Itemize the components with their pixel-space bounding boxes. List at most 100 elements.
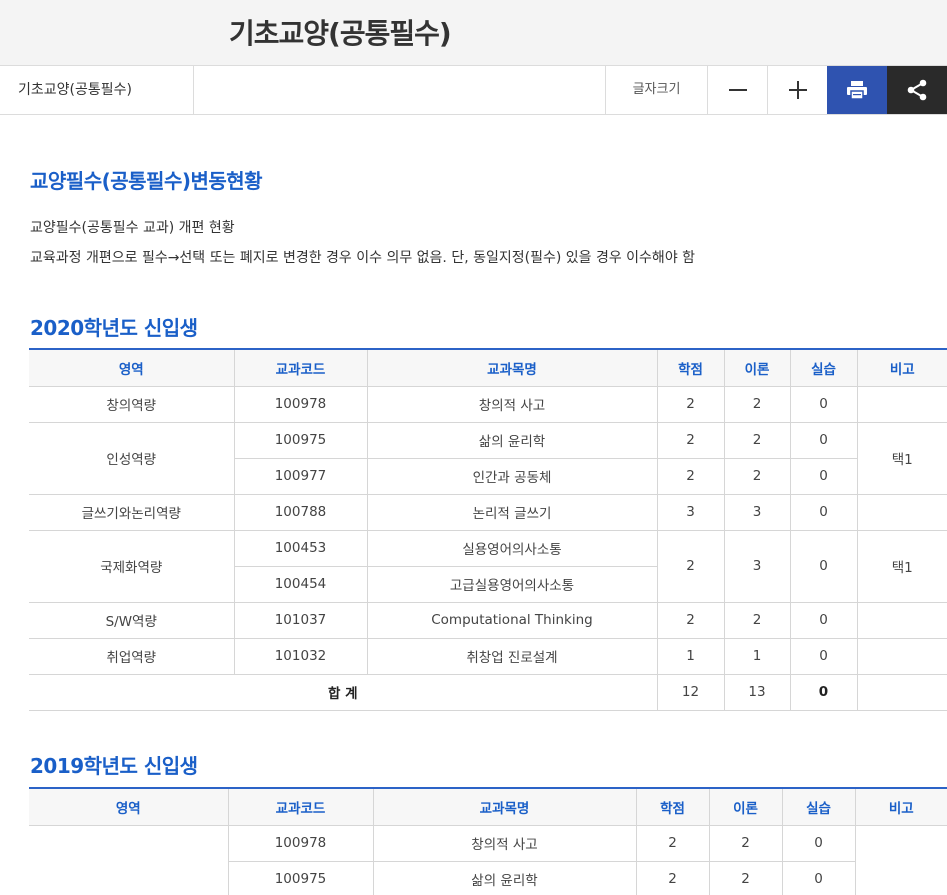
table-row: S/W역량 101037 Computational Thinking 2 2 … (29, 601, 947, 639)
header-credit: 학점 (635, 787, 710, 826)
area-cell: 인성역량 (29, 421, 235, 495)
theory-cell: 2 (723, 457, 791, 495)
code-cell: 100978 (233, 385, 368, 423)
credit-cell: 2 (656, 385, 725, 423)
theory-cell: 2 (708, 860, 783, 895)
header-note: 비고 (854, 787, 947, 826)
minus-icon (728, 89, 747, 91)
theory-cell: 3 (723, 493, 791, 531)
code-cell: 100975 (233, 421, 368, 459)
print-button[interactable] (827, 66, 887, 114)
code-cell: 100978 (227, 824, 374, 862)
table-row: 창의역량 100978 창의적 사고 2 2 0 (29, 385, 947, 423)
name-cell: 삶의 윤리학 (372, 860, 637, 895)
total-theory: 13 (723, 673, 791, 711)
area-cell: 글쓰기와논리역량 (29, 493, 235, 531)
font-size-label: 글자크기 (605, 66, 707, 114)
name-cell: 인간과 공동체 (366, 457, 658, 495)
name-cell: 삶의 윤리학 (366, 421, 658, 459)
name-cell: 논리적 글쓰기 (366, 493, 658, 531)
name-cell: 창의적 사고 (366, 385, 658, 423)
header-name: 교과목명 (372, 787, 637, 826)
table-row: 글쓰기와논리역량 100788 논리적 글쓰기 3 3 0 (29, 493, 947, 531)
font-increase-button[interactable] (767, 66, 827, 114)
plus-icon (788, 81, 807, 99)
practice-cell: 0 (789, 637, 858, 675)
credit-cell: 3 (656, 493, 725, 531)
header-practice: 실습 (789, 348, 858, 387)
title-bar: 기초교양(공통필수) (0, 0, 947, 66)
header-code: 교과코드 (233, 348, 368, 387)
total-practice: 0 (789, 673, 858, 711)
note-cell: 택1 (856, 421, 947, 495)
section-2020-heading: 2020학년도 신입생 (30, 316, 198, 340)
table-header-row: 영역 교과코드 교과목명 학점 이론 실습 비고 (29, 348, 947, 387)
name-cell: 창의적 사고 (372, 824, 637, 862)
code-cell: 101032 (233, 637, 368, 675)
toolbar: 기초교양(공통필수) 글자크기 (0, 66, 947, 115)
practice-cell: 0 (789, 385, 858, 423)
area-cell: 취업역량 (29, 637, 235, 675)
header-name: 교과목명 (366, 348, 658, 387)
breadcrumb[interactable]: 기초교양(공통필수) (0, 66, 194, 114)
theory-cell: 2 (723, 385, 791, 423)
area-cell: 창의역량 (29, 385, 235, 423)
code-cell: 101037 (233, 601, 368, 639)
curriculum-table-2020: 영역 교과코드 교과목명 학점 이론 실습 비고 창의역량 100978 창의적… (29, 348, 947, 711)
header-theory: 이론 (708, 787, 783, 826)
table-row: 국제화역량 100453 실용영어의사소통 2 3 0 택1 (29, 529, 947, 603)
code-cell: 100454 (234, 565, 368, 603)
code-cell: 100453 (233, 529, 368, 567)
credit-cell: 2 (656, 601, 725, 639)
curriculum-table-2019: 영역 교과코드 교과목명 학점 이론 실습 비고 100978 창의적 사고 2… (29, 787, 947, 895)
theory-cell: 1 (723, 637, 791, 675)
share-icon (907, 79, 927, 101)
header-theory: 이론 (723, 348, 791, 387)
page-title: 기초교양(공통필수) (229, 17, 452, 50)
practice-cell: 0 (789, 421, 858, 459)
header-credit: 학점 (656, 348, 725, 387)
printer-icon (847, 81, 867, 100)
theory-cell: 2 (723, 421, 791, 459)
theory-cell: 3 (723, 529, 791, 603)
area-cell: 국제화역량 (29, 529, 235, 603)
credit-cell: 2 (656, 457, 725, 495)
note-cell (854, 824, 947, 895)
note-cell: 택1 (856, 529, 947, 603)
code-cell: 100977 (234, 457, 368, 495)
area-cell (29, 824, 229, 895)
credit-cell: 2 (635, 824, 710, 862)
font-decrease-button[interactable] (707, 66, 767, 114)
description-line-2: 교육과정 개편으로 필수→선택 또는 폐지로 변경한 경우 이수 의무 없음. … (30, 250, 696, 266)
code-cell: 100788 (233, 493, 368, 531)
header-code: 교과코드 (227, 787, 374, 826)
area-cell: S/W역량 (29, 601, 235, 639)
total-row: 합 계 12 13 0 (29, 673, 947, 711)
credit-cell: 1 (656, 637, 725, 675)
practice-cell: 0 (781, 824, 856, 862)
header-area: 영역 (29, 787, 229, 826)
note-cell (856, 601, 947, 639)
share-button[interactable] (887, 66, 947, 114)
practice-cell: 0 (789, 457, 857, 495)
header-practice: 실습 (781, 787, 856, 826)
note-cell (856, 493, 947, 531)
name-cell: 고급실용영어의사소통 (366, 565, 657, 603)
note-cell (856, 385, 947, 423)
credit-cell: 2 (656, 421, 725, 459)
section-2019-heading: 2019학년도 신입생 (30, 754, 198, 778)
name-cell: 실용영어의사소통 (366, 529, 658, 567)
practice-cell: 0 (789, 493, 858, 531)
name-cell: Computational Thinking (366, 601, 658, 639)
table-row: 취업역량 101032 취창업 진로설계 1 1 0 (29, 637, 947, 675)
header-area: 영역 (29, 348, 235, 387)
practice-cell: 0 (781, 860, 855, 895)
change-status-heading: 교양필수(공통필수)변동현황 (30, 169, 263, 193)
code-cell: 100975 (228, 860, 374, 895)
header-note: 비고 (856, 348, 947, 387)
credit-cell: 2 (635, 860, 710, 895)
total-credit: 12 (656, 673, 725, 711)
total-note (856, 673, 947, 711)
practice-cell: 0 (789, 529, 858, 603)
description-line-1: 교양필수(공통필수 교과) 개편 현황 (30, 220, 235, 236)
